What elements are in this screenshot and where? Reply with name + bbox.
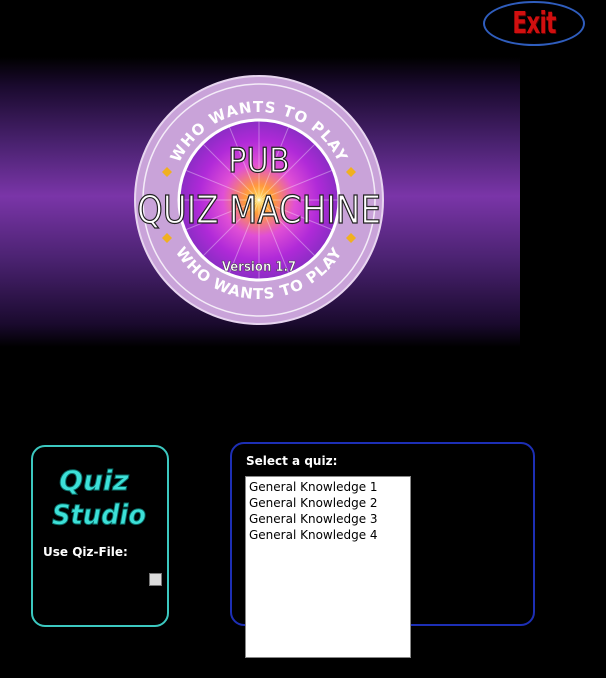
studio-logo-quiz: Quiz (59, 464, 129, 497)
quiz-listbox[interactable]: General Knowledge 1 General Knowledge 2 … (245, 476, 411, 658)
exit-button[interactable]: Exit (483, 1, 585, 46)
quiz-list-item[interactable]: General Knowledge 1 (249, 479, 407, 495)
studio-logo-studio: Studio (52, 498, 146, 530)
use-file-checkbox[interactable] (149, 573, 162, 586)
quiz-list-item[interactable]: General Knowledge 2 (249, 495, 407, 511)
logo-title-pub: PUB (228, 141, 290, 181)
use-file-label: Use Qiz-File: (43, 545, 128, 559)
pub-quiz-machine-logo: WHO WANTS TO PLAY WHO WANTS TO PLAY PUB … (134, 75, 384, 325)
logo-version: Version 1.7 (222, 260, 296, 275)
exit-label: Exit (512, 6, 556, 41)
logo-title-quiz-machine: QUIZ MACHINE (137, 188, 381, 232)
quiz-studio-logo[interactable]: Quiz Studio (52, 460, 152, 531)
select-quiz-label: Select a quiz: (246, 454, 338, 468)
quiz-list-item[interactable]: General Knowledge 3 (249, 511, 407, 527)
quiz-list-item[interactable]: General Knowledge 4 (249, 527, 407, 543)
